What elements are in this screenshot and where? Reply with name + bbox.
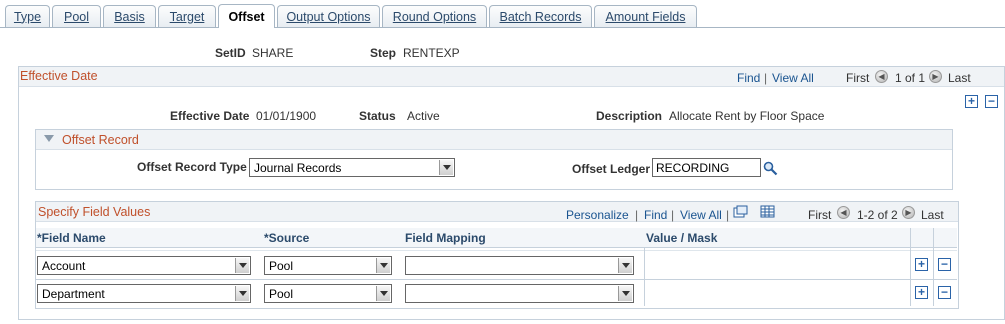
tab-offset[interactable]: Offset xyxy=(218,4,275,28)
row2-add-icon[interactable]: + xyxy=(915,286,928,299)
grid-find-link[interactable]: Find xyxy=(644,208,667,222)
col-value-mask[interactable]: Value / Mask xyxy=(646,231,717,245)
collapse-triangle-icon[interactable] xyxy=(44,135,54,142)
grid-separator-1: | xyxy=(635,208,639,222)
grid-view-all-link[interactable]: View All xyxy=(680,208,722,222)
offset-record-type-label: Offset Record Type xyxy=(137,160,247,174)
grid-range: 1-2 of 2 xyxy=(857,208,898,222)
grid-vline-actions-1 xyxy=(910,228,911,306)
row1-source-value: Pool xyxy=(269,259,294,273)
effdt-next-icon[interactable]: ▶ xyxy=(929,70,942,83)
offset-ledger-label: Offset Ledger xyxy=(572,162,651,176)
grid-prev-icon[interactable]: ◀ xyxy=(837,206,850,219)
field-values-title: Specify Field Values xyxy=(38,205,151,219)
lookup-search-icon[interactable] xyxy=(763,161,778,176)
row1-field-name-value: Account xyxy=(42,259,86,273)
row2-source-value: Pool xyxy=(269,287,294,301)
row1-delete-icon[interactable]: − xyxy=(938,258,951,271)
step-label: Step xyxy=(370,46,397,60)
tab-batch-records[interactable]: Batch Records xyxy=(489,5,592,27)
effective-date-title: Effective Date xyxy=(20,69,98,83)
effdt-first-label: First xyxy=(846,71,870,85)
chevron-down-icon[interactable] xyxy=(376,286,390,301)
grid-vline-value xyxy=(644,248,645,306)
status-value: Active xyxy=(407,109,440,123)
effdt-view-all-link[interactable]: View All xyxy=(772,71,814,85)
tab-output-options[interactable]: Output Options xyxy=(277,5,380,27)
row1-field-mapping-select[interactable] xyxy=(405,256,634,275)
description-value: Allocate Rent by Floor Space xyxy=(669,109,825,123)
row2-field-name-select[interactable]: Department xyxy=(37,284,251,303)
tab-amount-fields[interactable]: Amount Fields xyxy=(594,5,697,27)
grid-separator-2: | xyxy=(671,208,675,222)
offset-record-title[interactable]: Offset Record xyxy=(62,133,139,147)
row1-source-select[interactable]: Pool xyxy=(264,256,392,275)
grid-column-header-row xyxy=(36,228,957,248)
row2-field-name-value: Department xyxy=(42,287,105,301)
row2-field-mapping-select[interactable] xyxy=(405,284,634,303)
tab-target[interactable]: Target xyxy=(158,5,216,27)
effdt-last-label: Last xyxy=(948,71,971,85)
effdt-separator: | xyxy=(764,71,768,85)
row2-source-select[interactable]: Pool xyxy=(264,284,392,303)
status-label: Status xyxy=(359,109,396,123)
offset-ledger-value: RECORDING xyxy=(656,161,730,175)
grid-last-label: Last xyxy=(921,208,944,222)
effective-date-label: Effective Date xyxy=(170,109,250,123)
tab-bar: Type Pool Basis Target Offset Output Opt… xyxy=(0,3,1005,28)
setid-value: SHARE xyxy=(252,46,294,60)
effdt-range: 1 of 1 xyxy=(895,71,926,85)
description-label: Description xyxy=(596,109,663,123)
tab-underline xyxy=(0,27,1005,28)
offset-record-type-select[interactable]: Journal Records xyxy=(249,158,455,177)
chevron-down-icon[interactable] xyxy=(235,258,249,273)
grid-first-label: First xyxy=(808,208,832,222)
tab-type[interactable]: Type xyxy=(5,5,50,27)
offset-record-type-value: Journal Records xyxy=(254,161,342,175)
tab-basis[interactable]: Basis xyxy=(103,5,156,27)
row1-field-name-select[interactable]: Account xyxy=(37,256,251,275)
chevron-down-icon[interactable] xyxy=(618,258,632,273)
chevron-down-icon[interactable] xyxy=(376,258,390,273)
grid-divider-0 xyxy=(36,250,957,251)
grid-vline-actions-2 xyxy=(933,228,934,306)
offset-record-header xyxy=(36,130,952,150)
effdt-prev-icon[interactable]: ◀ xyxy=(875,70,888,83)
chevron-down-icon[interactable] xyxy=(439,160,453,175)
chevron-down-icon[interactable] xyxy=(235,286,249,301)
col-source[interactable]: *Source xyxy=(264,231,309,245)
tab-pool[interactable]: Pool xyxy=(52,5,101,27)
row1-add-icon[interactable]: + xyxy=(915,258,928,271)
personalize-link[interactable]: Personalize xyxy=(566,208,629,222)
setid-label: SetID xyxy=(215,46,246,60)
step-value: RENTEXP xyxy=(403,46,460,60)
effdt-delete-row-icon[interactable]: − xyxy=(985,95,998,108)
tab-round-options[interactable]: Round Options xyxy=(382,5,487,27)
grid-separator-3: | xyxy=(726,208,730,222)
new-window-icon[interactable] xyxy=(733,205,748,218)
col-field-name[interactable]: *Field Name xyxy=(37,231,106,245)
offset-ledger-input[interactable]: RECORDING xyxy=(652,158,761,177)
grid-next-icon[interactable]: ▶ xyxy=(902,206,915,219)
col-field-mapping[interactable]: Field Mapping xyxy=(405,231,486,245)
effdt-add-row-icon[interactable]: + xyxy=(965,95,978,108)
grid-divider-1 xyxy=(36,279,957,280)
download-grid-icon[interactable] xyxy=(760,205,775,218)
effdt-find-link[interactable]: Find xyxy=(737,71,760,85)
effective-date-value: 01/01/1900 xyxy=(256,109,317,123)
chevron-down-icon[interactable] xyxy=(618,286,632,301)
row2-delete-icon[interactable]: − xyxy=(938,286,951,299)
